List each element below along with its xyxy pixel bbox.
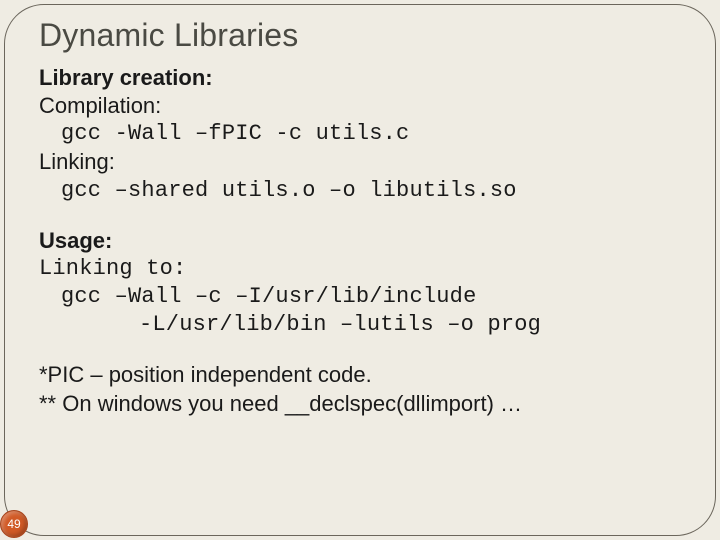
spacer <box>39 339 681 361</box>
compilation-command: gcc -Wall –fPIC -c utils.c <box>39 120 681 148</box>
usage-command-line-1: gcc –Wall –c –I/usr/lib/include <box>39 283 681 311</box>
usage-heading: Usage: <box>39 227 681 255</box>
slide-frame: Dynamic Libraries Library creation: Comp… <box>4 4 716 536</box>
linking-to-label: Linking to: <box>39 255 681 283</box>
slide-content: Library creation: Compilation: gcc -Wall… <box>39 64 681 418</box>
linking-command: gcc –shared utils.o –o libutils.so <box>39 177 681 205</box>
slide-title: Dynamic Libraries <box>39 17 681 54</box>
footnote-pic: *PIC – position independent code. <box>39 361 681 389</box>
page-number-badge: 49 <box>0 510 28 538</box>
creation-heading: Library creation: <box>39 64 681 92</box>
usage-command-line-2: -L/usr/lib/bin –lutils –o prog <box>39 311 681 339</box>
footnote-windows: ** On windows you need __declspec(dllimp… <box>39 390 681 418</box>
linking-label: Linking: <box>39 148 681 176</box>
compilation-label: Compilation: <box>39 92 681 120</box>
spacer <box>39 205 681 227</box>
